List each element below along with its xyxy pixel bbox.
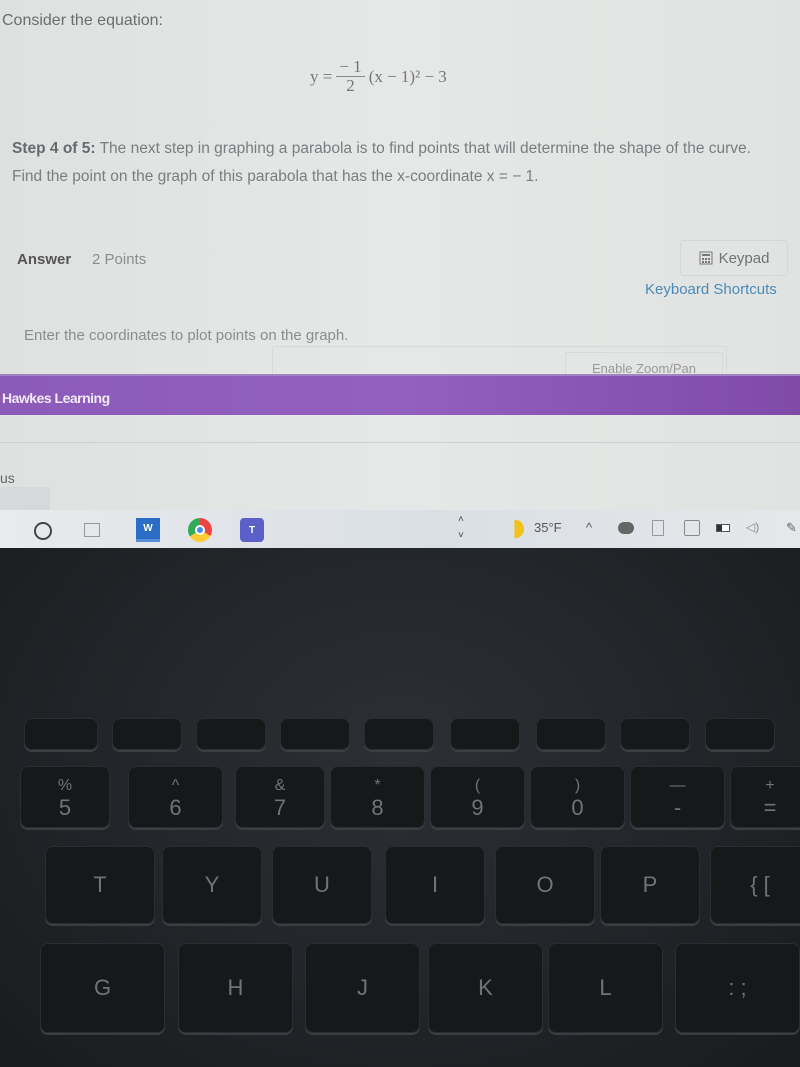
calculator-icon xyxy=(699,251,713,265)
key-0[interactable]: ) 0 xyxy=(530,766,625,828)
moon-weather-icon xyxy=(514,520,524,538)
key-k[interactable]: K xyxy=(428,943,543,1033)
partial-text: us xyxy=(0,470,15,486)
function-key[interactable] xyxy=(196,718,266,750)
enable-zoom-pan-button[interactable]: Enable Zoom/Pan xyxy=(565,352,723,376)
meet-icon[interactable] xyxy=(652,520,664,536)
taskbar-scroll-arrows[interactable]: ˄ ˅ xyxy=(458,512,464,544)
key-l[interactable]: L xyxy=(548,943,663,1033)
fraction-numerator: − 1 xyxy=(336,58,365,77)
teams-icon[interactable]: T xyxy=(240,518,264,542)
equation-rest: (x − 1)² − 3 xyxy=(368,66,447,86)
footer-bar xyxy=(0,374,800,415)
network-icon[interactable] xyxy=(684,520,700,536)
key-u[interactable]: U xyxy=(272,846,372,924)
laptop-screen: Consider the equation: y = − 1 2 (x − 1)… xyxy=(0,0,800,550)
key-bracket[interactable]: { [ xyxy=(710,846,800,924)
key-7[interactable]: & 7 xyxy=(235,766,325,828)
keyboard-shortcuts-link[interactable]: Keyboard Shortcuts xyxy=(645,281,777,298)
points-label: 2 Points xyxy=(92,251,147,268)
question-intro: Consider the equation: xyxy=(2,12,163,29)
function-key[interactable] xyxy=(280,718,350,750)
function-key[interactable] xyxy=(450,718,520,750)
chevron-up-icon[interactable]: ^ xyxy=(586,520,592,535)
step-label: Step 4 of 5: xyxy=(12,140,96,157)
windows-taskbar: W T ˄ ˅ 35°F ^ ◁) ✎ xyxy=(0,510,800,550)
volume-icon[interactable]: ◁) xyxy=(746,520,759,534)
key-equals[interactable]: + = xyxy=(730,766,800,828)
function-key[interactable] xyxy=(364,718,434,750)
key-j[interactable]: J xyxy=(305,943,420,1033)
answer-label: Answer xyxy=(17,251,72,268)
function-key[interactable] xyxy=(112,718,182,750)
weather-temp[interactable]: 35°F xyxy=(534,520,562,535)
chrome-icon[interactable] xyxy=(188,518,212,542)
side-panel xyxy=(0,487,50,511)
key-5[interactable]: % 5 xyxy=(20,766,110,828)
key-8[interactable]: * 8 xyxy=(330,766,425,828)
equation-lhs: y = xyxy=(310,66,333,86)
key-y[interactable]: Y xyxy=(162,846,262,924)
key-minus[interactable]: — - xyxy=(630,766,725,828)
key-p[interactable]: P xyxy=(600,846,700,924)
key-6[interactable]: ^ 6 xyxy=(128,766,223,828)
equation-fraction: − 1 2 xyxy=(336,58,365,95)
key-i[interactable]: I xyxy=(385,846,485,924)
laptop-keyboard: % 5 ^ 6 & 7 * 8 (9 ) 0 — - + = T Y U I O P { [ … xyxy=(0,548,800,1067)
function-key[interactable] xyxy=(620,718,690,750)
key-9[interactable]: (9 xyxy=(430,766,525,828)
task-view-icon[interactable] xyxy=(84,523,100,537)
function-key[interactable] xyxy=(24,718,98,750)
step-text: The next step in graphing a parabola is … xyxy=(12,140,751,185)
key-g[interactable]: G xyxy=(40,943,165,1033)
step-instructions: Step 4 of 5: The next step in graphing a… xyxy=(12,135,782,191)
function-key[interactable] xyxy=(705,718,775,750)
battery-icon[interactable] xyxy=(716,524,730,532)
divider xyxy=(0,442,800,443)
onedrive-icon[interactable] xyxy=(618,522,634,534)
function-key[interactable] xyxy=(536,718,606,750)
word-icon[interactable]: W xyxy=(136,518,160,542)
key-t[interactable]: T xyxy=(45,846,155,924)
graph-instruction: Enter the coordinates to plot points on … xyxy=(24,327,349,344)
pen-icon[interactable]: ✎ xyxy=(786,520,797,536)
keypad-button[interactable]: Keypad xyxy=(680,240,788,276)
equation: y = − 1 2 (x − 1)² − 3 xyxy=(310,58,447,95)
key-h[interactable]: H xyxy=(178,943,293,1033)
fraction-denominator: 2 xyxy=(346,76,355,95)
key-o[interactable]: O xyxy=(495,846,595,924)
key-semicolon[interactable]: : ; xyxy=(675,943,800,1033)
cortana-circle-icon[interactable] xyxy=(34,522,52,540)
keypad-label: Keypad xyxy=(718,249,770,267)
hawkes-learning-brand: Hawkes Learning xyxy=(2,390,110,406)
